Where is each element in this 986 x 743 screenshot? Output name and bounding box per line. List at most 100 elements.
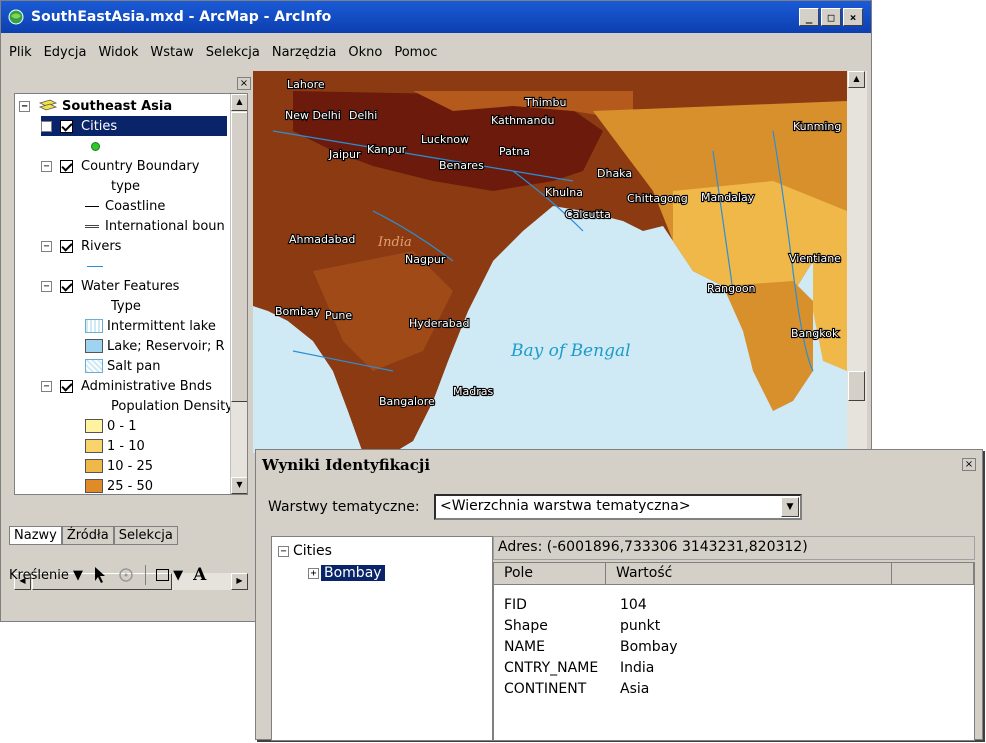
rectangle-tool-button[interactable]: ▼ — [155, 568, 183, 583]
collapse-icon[interactable]: − — [41, 240, 52, 252]
city-label[interactable]: Hyderabad — [408, 316, 471, 331]
city-label[interactable]: Delhi — [348, 108, 379, 123]
field-value: Bombay — [620, 639, 678, 655]
layers-select-value: <Wierzchnia warstwa tematyczna> — [440, 498, 691, 514]
dialog-close-button[interactable]: × — [962, 458, 976, 471]
column-header-value[interactable]: Wartość — [606, 563, 892, 585]
table-row[interactable]: CNTRY_NAME India — [504, 658, 678, 679]
checkbox-icon[interactable] — [60, 159, 73, 173]
collapse-icon[interactable]: − — [41, 280, 52, 292]
table-row[interactable]: NAME Bombay — [504, 637, 678, 658]
city-label[interactable]: Patna — [498, 144, 531, 159]
toc-layer-rivers[interactable]: − Rivers — [41, 236, 121, 256]
text-tool-icon[interactable]: A — [193, 565, 206, 585]
toc-root-row[interactable]: − Southeast Asia — [19, 96, 172, 116]
city-label[interactable]: Nagpur — [404, 252, 447, 267]
checkbox-icon[interactable] — [60, 279, 73, 293]
city-label[interactable]: Kathmandu — [490, 113, 556, 128]
collapse-icon[interactable]: − — [41, 380, 52, 392]
tab-nazwy[interactable]: Nazwy — [9, 526, 62, 545]
title-bar[interactable]: SouthEastAsia.mxd - ArcMap - ArcInfo _ □… — [1, 1, 871, 33]
checkbox-icon[interactable] — [60, 119, 73, 133]
collapse-icon[interactable]: − — [19, 100, 30, 112]
scroll-up-icon[interactable]: ▲ — [231, 94, 247, 111]
toc-close-button[interactable]: × — [237, 77, 251, 90]
city-label[interactable]: Lucknow — [420, 132, 470, 147]
city-label[interactable]: Bangalore — [378, 394, 436, 409]
collapse-icon[interactable]: − — [41, 160, 52, 172]
rectangle-icon — [155, 569, 169, 581]
collapse-icon[interactable]: − — [41, 120, 52, 132]
toc-layer-admin-bnds[interactable]: − Administrative Bnds — [41, 376, 212, 396]
city-label[interactable]: Mandalay — [700, 190, 756, 205]
city-label[interactable]: Benares — [438, 158, 485, 173]
city-label[interactable]: Bombay — [274, 304, 322, 319]
expand-icon[interactable]: + — [308, 567, 319, 579]
legend-heading: type — [111, 176, 140, 196]
checkbox-icon[interactable] — [60, 379, 73, 393]
legend-item: 25 - 50 — [85, 476, 153, 494]
scroll-thumb[interactable] — [231, 112, 247, 402]
layers-label: Warstwy tematyczne: — [268, 499, 420, 515]
layers-select[interactable]: <Wierzchnia warstwa tematyczna> ▼ — [434, 494, 802, 520]
map-vertical-scrollbar[interactable]: ▲ — [847, 71, 867, 453]
menu-edycja[interactable]: Edycja — [44, 45, 87, 60]
table-row[interactable]: Shape punkt — [504, 616, 678, 637]
table-row[interactable]: CONTINENT Asia — [504, 679, 678, 700]
column-header-field[interactable]: Pole — [494, 563, 606, 585]
city-label[interactable]: Dhaka — [596, 166, 633, 181]
city-label[interactable]: Pune — [324, 308, 354, 323]
minimize-button[interactable]: _ — [799, 8, 819, 26]
close-button[interactable]: × — [843, 8, 863, 26]
menu-narzedzia[interactable]: Narzędzia — [272, 45, 337, 60]
toc-layer-cities[interactable]: − Cities — [41, 116, 227, 136]
collapse-icon[interactable]: − — [278, 545, 289, 557]
column-header-empty — [892, 563, 974, 585]
toc-layer-country-boundary[interactable]: − Country Boundary — [41, 156, 199, 176]
legend-heading: Population Density — [111, 396, 233, 416]
tab-zrodla[interactable]: Źródła — [61, 526, 114, 545]
city-label[interactable]: Calcutta — [564, 207, 612, 222]
map-canvas[interactable]: Bay of Bengal India Lahore New Delhi Del… — [253, 71, 847, 453]
legend-label: 10 - 25 — [107, 458, 154, 474]
city-label[interactable]: Khulna — [544, 185, 584, 200]
dropdown-arrow-icon[interactable]: ▼ — [781, 497, 799, 517]
rotate-icon[interactable] — [117, 566, 135, 584]
tab-selekcja[interactable]: Selekcja — [113, 526, 178, 545]
maximize-button[interactable]: □ — [821, 8, 841, 26]
toc-vertical-scrollbar[interactable]: ▲ ▼ — [230, 94, 247, 494]
draw-menu-button[interactable]: Kreślenie ▼ — [9, 568, 83, 583]
table-row[interactable]: FID 104 — [504, 595, 678, 616]
city-label[interactable]: Madras — [452, 384, 495, 399]
city-label[interactable]: Ahmadabad — [288, 232, 357, 247]
scroll-up-icon[interactable]: ▲ — [848, 71, 865, 88]
select-arrow-icon[interactable] — [93, 566, 107, 584]
city-label[interactable]: Thimbu — [523, 95, 568, 110]
menu-plik[interactable]: Plik — [9, 45, 32, 60]
toc-root-label: Southeast Asia — [62, 98, 173, 114]
city-label[interactable]: Lahore — [286, 77, 326, 92]
tree-feature-row[interactable]: + Bombay — [308, 565, 385, 581]
city-label[interactable]: Chittagong — [626, 191, 689, 206]
menu-okno[interactable]: Okno — [348, 45, 382, 60]
menu-widok[interactable]: Widok — [98, 45, 138, 60]
city-label[interactable]: Kunming — [792, 119, 843, 134]
legend-label: Coastline — [105, 198, 166, 214]
menu-selekcja[interactable]: Selekcja — [206, 45, 260, 60]
tree-layer-row[interactable]: − Cities — [278, 543, 332, 559]
city-label[interactable]: Vientiane — [788, 251, 842, 266]
city-label[interactable]: Jaipur — [327, 147, 362, 162]
city-label[interactable]: Rangoon — [706, 281, 757, 296]
checkbox-icon[interactable] — [60, 239, 73, 253]
toc-layer-water-features[interactable]: − Water Features — [41, 276, 179, 296]
city-label[interactable]: New Delhi — [284, 108, 342, 123]
city-label[interactable]: Bangkok — [790, 326, 840, 341]
scroll-down-icon[interactable]: ▼ — [231, 477, 247, 494]
menu-pomoc[interactable]: Pomoc — [394, 45, 437, 60]
toc-tree: − Southeast Asia − Cities − Country Boun… — [14, 93, 248, 495]
city-label[interactable]: Kanpur — [366, 142, 408, 157]
scroll-thumb[interactable] — [848, 371, 865, 401]
dialog-title[interactable]: Wyniki Identyfikacji — [256, 450, 982, 480]
map-view[interactable]: Bay of Bengal India Lahore New Delhi Del… — [253, 71, 847, 453]
menu-wstaw[interactable]: Wstaw — [150, 45, 193, 60]
